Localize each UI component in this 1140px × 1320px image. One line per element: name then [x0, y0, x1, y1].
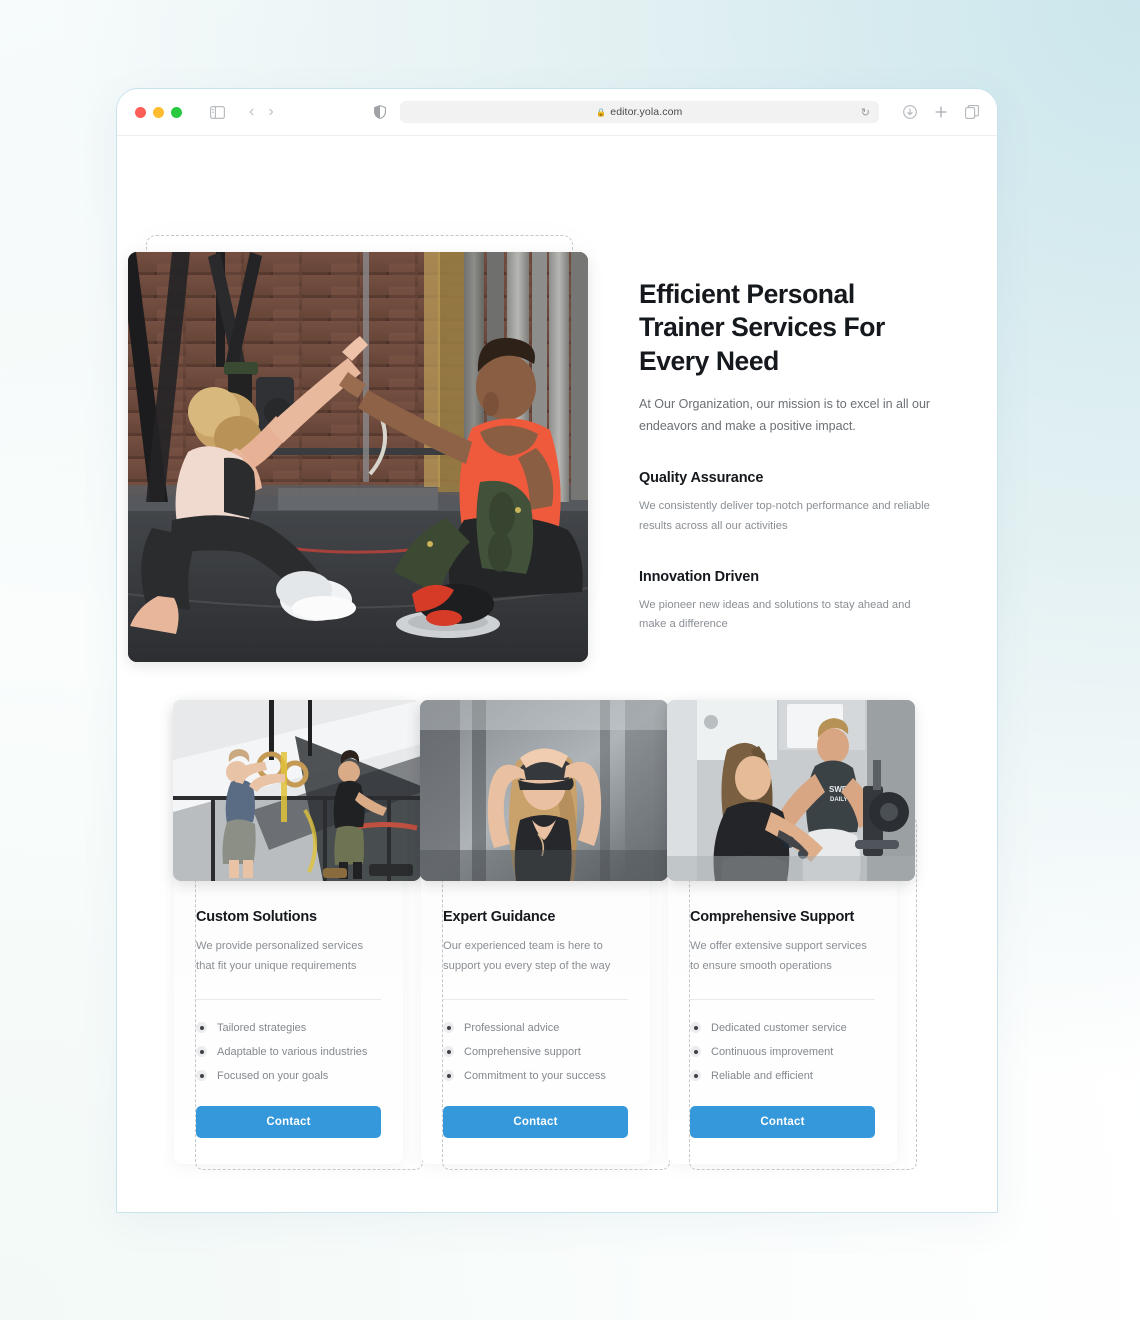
navigation-arrows[interactable]: ‹ › — [249, 104, 274, 120]
list-item-label: Adaptable to various industries — [217, 1045, 368, 1058]
list-item-label: Continuous improvement — [711, 1045, 834, 1058]
hero-lead-paragraph: At Our Organization, our mission is to e… — [639, 397, 931, 433]
feature-innovation-driven: Innovation Driven We pioneer new ideas a… — [639, 569, 939, 636]
card-title: Expert Guidance — [443, 909, 556, 925]
forward-button[interactable]: › — [268, 104, 273, 120]
download-icon[interactable] — [903, 105, 917, 119]
maximize-window-button[interactable] — [171, 106, 182, 118]
bullet-dot-icon — [690, 1046, 701, 1058]
list-item-label: Commitment to your success — [464, 1069, 606, 1082]
feature-title: Quality Assurance — [639, 469, 764, 486]
contact-button[interactable]: Contact — [690, 1105, 875, 1138]
bullet-dot-icon — [443, 1022, 454, 1034]
card-divider — [690, 998, 875, 1000]
list-item-label: Professional advice — [464, 1021, 560, 1034]
card-divider — [443, 998, 628, 1000]
bullet-dot-icon — [690, 1022, 701, 1034]
window-controls[interactable] — [135, 106, 182, 118]
hero-image[interactable] — [128, 252, 588, 662]
contact-button[interactable]: Contact — [443, 1105, 628, 1138]
card-body: Comprehensive Support We offer extensive… — [690, 704, 875, 1138]
list-item: Adaptable to various industries — [196, 1040, 381, 1064]
list-item-label: Tailored strategies — [217, 1021, 307, 1034]
list-item-label: Reliable and efficient — [711, 1069, 813, 1082]
url-text: editor.yola.com — [610, 106, 683, 118]
reload-icon[interactable]: ↻ — [861, 106, 870, 119]
hero-image-selection[interactable] — [128, 235, 588, 662]
lock-icon: 🔒 — [596, 107, 607, 117]
card-body: Custom Solutions We provide personalized… — [196, 704, 381, 1138]
bullet-dot-icon — [690, 1070, 701, 1082]
tab-overview-icon[interactable] — [965, 105, 979, 119]
bullet-dot-icon — [443, 1070, 454, 1082]
bullet-dot-icon — [196, 1046, 207, 1058]
card-title: Custom Solutions — [196, 909, 317, 925]
card-bullet-list: Dedicated customer service Continuous im… — [690, 1016, 875, 1088]
feature-quality-assurance: Quality Assurance We consistently delive… — [639, 470, 939, 537]
close-window-button[interactable] — [135, 106, 146, 118]
page-title: Efficient Personal Trainer Services For … — [639, 279, 885, 376]
bullet-dot-icon — [196, 1022, 207, 1034]
feature-text: We pioneer new ideas and solutions to st… — [639, 598, 911, 631]
browser-toolbar: ‹ › 🔒 editor.yola.com ↻ — [117, 89, 997, 136]
card-body: Expert Guidance Our experienced team is … — [443, 704, 628, 1138]
card-bullet-list: Professional advice Comprehensive suppor… — [443, 1016, 628, 1088]
list-item: Tailored strategies — [196, 1016, 381, 1040]
address-bar[interactable]: 🔒 editor.yola.com ↻ — [399, 101, 879, 123]
service-card-custom-solutions[interactable]: Custom Solutions We provide personalized… — [173, 700, 423, 1170]
services-card-row: Custom Solutions We provide personalized… — [173, 700, 917, 1170]
new-tab-icon[interactable] — [934, 105, 948, 119]
contact-button[interactable]: Contact — [196, 1105, 381, 1138]
service-card-comprehensive-support[interactable]: SWEAT DAILY — [667, 700, 917, 1170]
list-item-label: Comprehensive support — [464, 1045, 581, 1058]
minimize-window-button[interactable] — [153, 106, 164, 118]
back-button[interactable]: ‹ — [249, 104, 254, 120]
list-item-label: Focused on your goals — [217, 1069, 329, 1082]
service-card-expert-guidance[interactable]: Expert Guidance Our experienced team is … — [420, 700, 670, 1170]
bullet-dot-icon — [196, 1070, 207, 1082]
list-item: Commitment to your success — [443, 1064, 628, 1088]
card-title: Comprehensive Support — [690, 909, 855, 925]
hero-text-block: Efficient Personal Trainer Services For … — [639, 278, 939, 635]
list-item: Dedicated customer service — [690, 1016, 875, 1040]
feature-title: Innovation Driven — [639, 568, 759, 585]
list-item: Reliable and efficient — [690, 1064, 875, 1088]
bullet-dot-icon — [443, 1046, 454, 1058]
list-item: Professional advice — [443, 1016, 628, 1040]
card-divider — [196, 998, 381, 1000]
sidebar-toggle-icon[interactable] — [210, 105, 225, 119]
feature-text: We consistently deliver top-notch perfor… — [639, 499, 930, 532]
list-item-label: Dedicated customer service — [711, 1021, 847, 1034]
list-item: Comprehensive support — [443, 1040, 628, 1064]
card-subtitle: We offer extensive support services to e… — [690, 940, 867, 972]
card-bullet-list: Tailored strategies Adaptable to various… — [196, 1016, 381, 1088]
toolbar-right-actions — [903, 105, 979, 119]
privacy-shield-icon[interactable] — [373, 105, 386, 119]
list-item: Focused on your goals — [196, 1064, 381, 1088]
card-subtitle: We provide personalized services that fi… — [196, 940, 364, 972]
browser-window: ‹ › 🔒 editor.yola.com ↻ Efficient Person… — [116, 88, 998, 1213]
website-canvas: Efficient Personal Trainer Services For … — [117, 136, 997, 1212]
list-item: Continuous improvement — [690, 1040, 875, 1064]
card-subtitle: Our experienced team is here to support … — [443, 940, 611, 972]
